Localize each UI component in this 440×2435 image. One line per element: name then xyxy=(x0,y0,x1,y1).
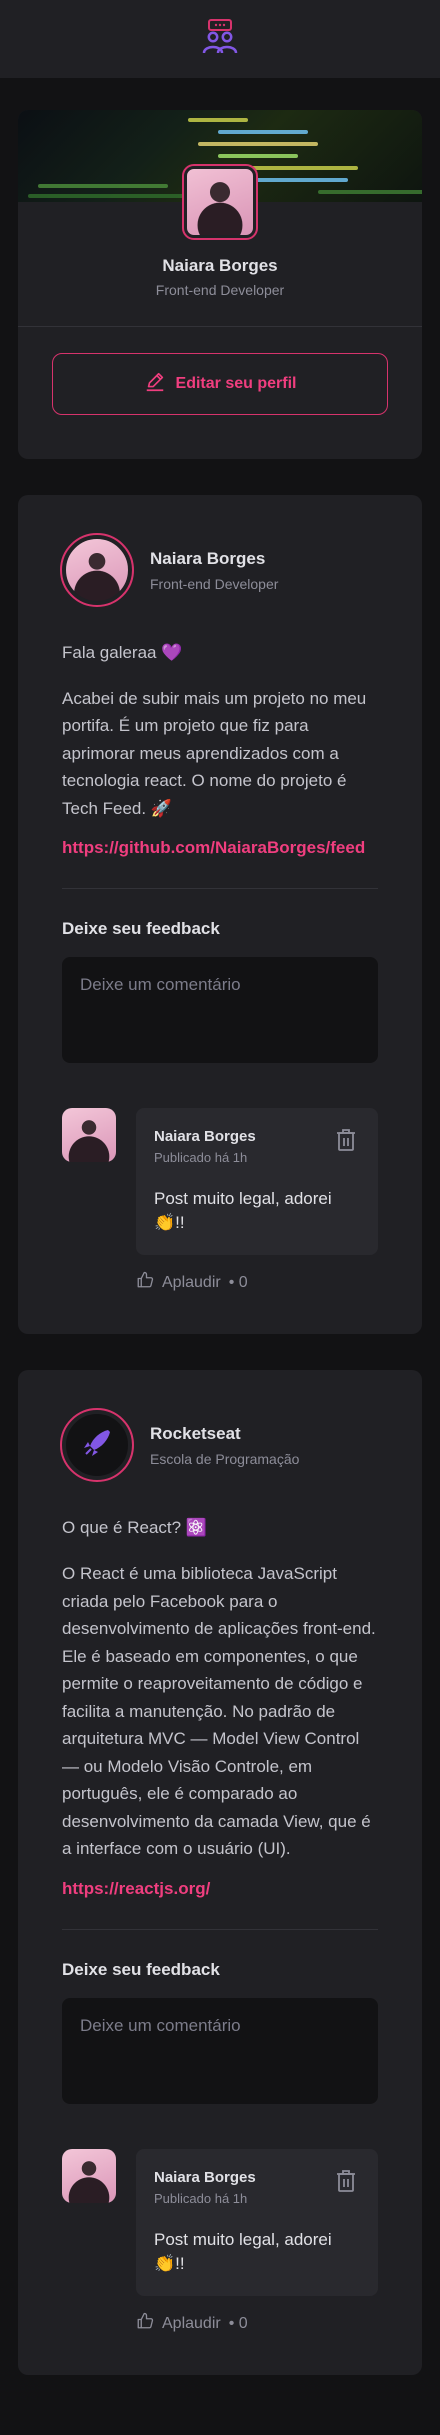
post-header: Rocketseat Escola de Programação xyxy=(60,1408,378,1483)
edit-profile-wrapper: Editar seu perfil xyxy=(18,327,422,459)
applaud-label: Aplaudir xyxy=(162,2314,221,2332)
edit-profile-button[interactable]: Editar seu perfil xyxy=(52,353,388,415)
post-link[interactable]: https://github.com/NaiaraBorges/feed xyxy=(62,838,378,858)
post-card: Rocketseat Escola de Programação O que é… xyxy=(18,1370,422,2376)
comment-time: Publicado há 1h xyxy=(154,1150,248,1166)
people-icon xyxy=(198,18,242,60)
page-content: Naiara Borges Front-end Developer Editar… xyxy=(0,78,440,2415)
trash-icon[interactable] xyxy=(332,2167,360,2195)
post-paragraph: O que é React? ⚛️ xyxy=(62,1518,207,1538)
profile-card: Naiara Borges Front-end Developer Editar… xyxy=(18,110,422,459)
avatar[interactable] xyxy=(182,164,258,240)
post-card: Naiara Borges Front-end Developer Fala g… xyxy=(18,495,422,1335)
applaud-label: Aplaudir xyxy=(162,1273,221,1291)
feedback-title: Deixe seu feedback xyxy=(62,1959,220,1979)
comment-time: Publicado há 1h xyxy=(154,2190,248,2206)
feedback-title: Deixe seu feedback xyxy=(62,919,220,939)
divider xyxy=(62,1928,378,1930)
applaud-count: • 0 xyxy=(228,1273,248,1291)
rocketseat-logo-icon xyxy=(80,1426,114,1465)
author-name: Naiara Borges xyxy=(150,548,266,568)
top-header xyxy=(0,0,440,78)
applaud-button[interactable]: Aplaudir • 0 xyxy=(136,1271,378,1294)
author-name: Rocketseat xyxy=(150,1423,241,1443)
comment-item: Naiara Borges Publicado há 1h Post muito… xyxy=(62,2148,378,2335)
comment-avatar[interactable] xyxy=(62,1108,116,1163)
comment-bubble: Naiara Borges Publicado há 1h Post muito… xyxy=(136,1108,378,1256)
profile-role: Front-end Developer xyxy=(155,282,285,298)
author-role: Escola de Programação xyxy=(150,1450,300,1467)
comment-author: Naiara Borges xyxy=(154,1128,256,1146)
comment-author: Naiara Borges xyxy=(154,2168,256,2186)
pencil-icon xyxy=(144,371,166,398)
thumbs-up-icon xyxy=(136,2312,154,2335)
post-content: O que é React? ⚛️ O React é uma bibliote… xyxy=(62,1514,378,1862)
post-header: Naiara Borges Front-end Developer xyxy=(60,533,378,607)
comment-text: Post muito legal, adorei 👏!! xyxy=(154,1189,332,1233)
comment-avatar[interactable] xyxy=(62,2148,116,2203)
comment-input[interactable] xyxy=(62,1997,378,2104)
post-link[interactable]: https://reactjs.org/ xyxy=(62,1879,378,1899)
post-paragraph: O React é uma biblioteca JavaScript cria… xyxy=(62,1563,376,1859)
comment-item: Naiara Borges Publicado há 1h Post muito… xyxy=(62,1108,378,1294)
post-paragraph: Acabei de subir mais um projeto no meu p… xyxy=(62,688,367,818)
applaud-button[interactable]: Aplaudir • 0 xyxy=(136,2312,378,2335)
thumbs-up-icon xyxy=(136,1271,154,1294)
profile-name: Naiara Borges xyxy=(162,256,278,275)
trash-icon[interactable] xyxy=(332,1126,360,1154)
post-content: Fala galeraa 💜 Acabei de subir mais um p… xyxy=(62,639,378,822)
author-avatar[interactable] xyxy=(60,1408,134,1483)
comment-bubble: Naiara Borges Publicado há 1h Post muito… xyxy=(136,2148,378,2297)
divider xyxy=(62,888,378,890)
author-avatar[interactable] xyxy=(60,533,134,607)
edit-profile-label: Editar seu perfil xyxy=(175,375,297,392)
post-paragraph: Fala galeraa 💜 xyxy=(62,643,183,662)
comment-text: Post muito legal, adorei 👏!! xyxy=(154,2229,332,2273)
comment-input[interactable] xyxy=(62,957,378,1064)
applaud-count: • 0 xyxy=(228,2314,248,2332)
author-role: Front-end Developer xyxy=(150,575,279,592)
